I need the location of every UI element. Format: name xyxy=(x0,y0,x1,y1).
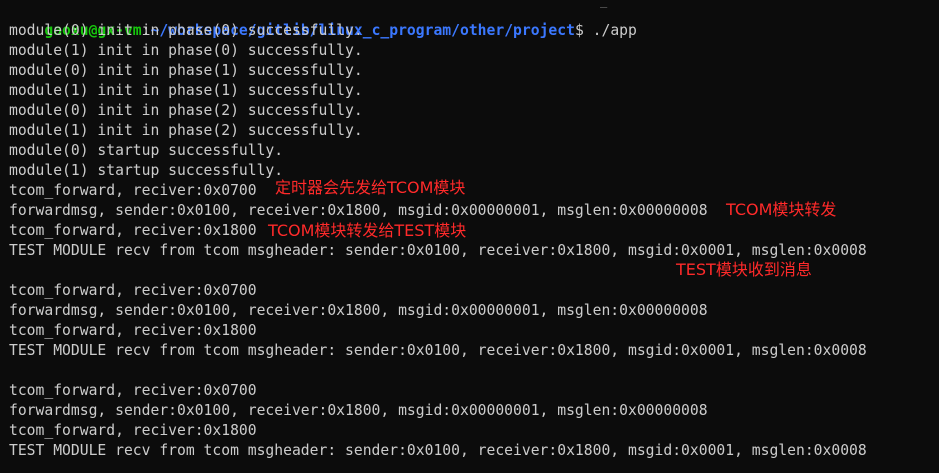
output-line: module(1) init in phase(0) successfully. xyxy=(9,42,363,59)
output-line: module(0) init in phase(2) successfully. xyxy=(9,102,363,119)
output-line: TEST MODULE recv from tcom msgheader: se… xyxy=(9,442,867,459)
output-line: TEST MODULE recv from tcom msgheader: se… xyxy=(9,342,867,359)
command-text: ./app xyxy=(583,22,637,39)
output-line: module(0) init in phase(1) successfully. xyxy=(9,62,363,79)
output-line: tcom_forward, reciver:0x1800 xyxy=(9,322,257,339)
output-line: tcom_forward, reciver:0x1800 xyxy=(9,422,257,439)
output-line: forwardmsg, sender:0x0100, receiver:0x18… xyxy=(9,302,708,319)
output-line: module(0) init in phase(0) successfully. xyxy=(9,22,363,39)
prompt-line: gaoxu@gx-vm:~/workspace/gitlib/linux_c_p… xyxy=(9,1,636,39)
output-line: forwardmsg, sender:0x0100, receiver:0x18… xyxy=(9,202,708,219)
output-line: module(0) startup successfully. xyxy=(9,142,284,159)
output-line: module(1) init in phase(1) successfully. xyxy=(9,82,363,99)
output-line: tcom_forward, reciver:0x0700 xyxy=(9,382,257,399)
output-line: tcom_forward, reciver:0x0700 xyxy=(9,182,257,199)
annotation-tcom-forward: TCOM模块转发 xyxy=(726,200,837,219)
output-line: TEST MODULE recv from tcom msgheader: se… xyxy=(9,242,867,259)
output-line: module(1) startup successfully. xyxy=(9,162,284,179)
prompt-symbol: $ xyxy=(574,22,584,39)
annotation-tcom-to-test: TCOM模块转发给TEST模块 xyxy=(268,221,467,240)
terminal-window[interactable]: _ gaoxu@gx-vm:~/workspace/gitlib/linux_c… xyxy=(0,0,939,473)
output-line: module(1) init in phase(2) successfully. xyxy=(9,122,363,139)
output-line: forwardmsg, sender:0x0100, receiver:0x18… xyxy=(9,402,708,419)
annotation-test-received: TEST模块收到消息 xyxy=(676,260,812,279)
output-line: tcom_forward, reciver:0x0700 xyxy=(9,282,257,299)
annotation-timer-to-tcom: 定时器会先发给TCOM模块 xyxy=(275,178,466,197)
output-line: tcom_forward, reciver:0x1800 xyxy=(9,222,257,239)
